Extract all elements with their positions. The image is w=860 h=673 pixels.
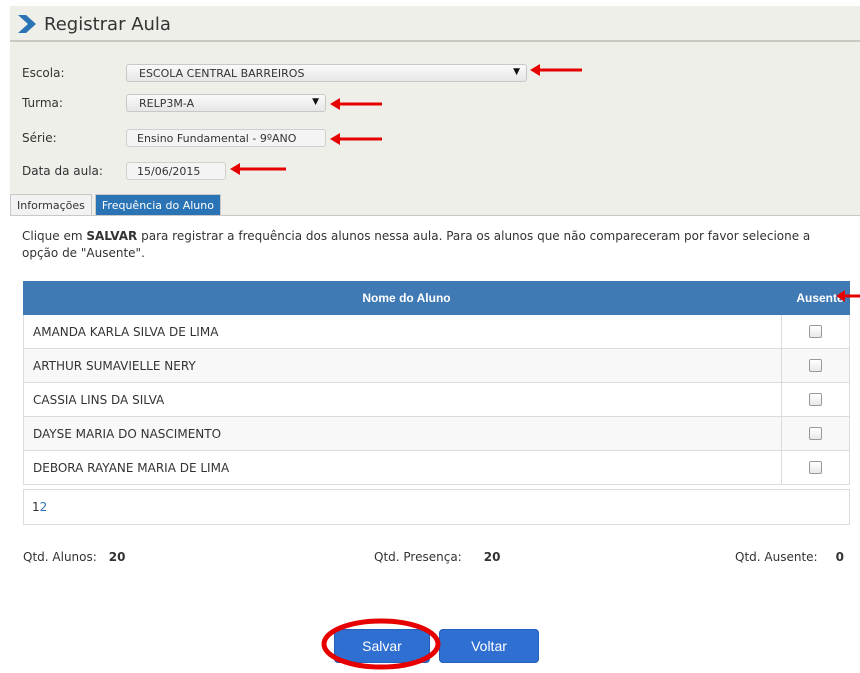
total-ausente: Qtd. Ausente: 0 bbox=[735, 550, 844, 564]
table-row: DAYSE MARIA DO NASCIMENTO bbox=[23, 417, 850, 451]
instruction-bold: SALVAR bbox=[86, 229, 138, 243]
escola-select[interactable]: ESCOLA CENTRAL BARREIROS ▼ bbox=[126, 64, 527, 82]
absent-checkbox[interactable] bbox=[809, 393, 822, 406]
total-presenca-label: Qtd. Presença: bbox=[374, 550, 462, 564]
table-body: AMANDA KARLA SILVA DE LIMA ARTHUR SUMAVI… bbox=[23, 315, 850, 485]
serie-label: Série: bbox=[22, 131, 57, 145]
serie-row: Série: Ensino Fundamental - 9ºANO bbox=[22, 129, 326, 147]
escola-label: Escola: bbox=[22, 66, 65, 80]
total-presenca: Qtd. Presença: 20 bbox=[374, 550, 500, 564]
instruction-text: Clique em SALVAR para registrar a frequê… bbox=[22, 228, 842, 262]
escola-row: Escola: ESCOLA CENTRAL BARREIROS ▼ bbox=[22, 64, 527, 82]
header-divider bbox=[10, 40, 860, 42]
table-row: AMANDA KARLA SILVA DE LIMA bbox=[23, 315, 850, 349]
total-presenca-value: 20 bbox=[483, 550, 501, 564]
total-ausente-label: Qtd. Ausente: bbox=[735, 550, 818, 564]
student-name: DAYSE MARIA DO NASCIMENTO bbox=[24, 417, 782, 450]
column-header-nome[interactable]: Nome do Aluno bbox=[23, 281, 790, 315]
student-name: AMANDA KARLA SILVA DE LIMA bbox=[24, 315, 782, 348]
red-arrow-icon bbox=[836, 290, 860, 302]
table-header: Nome do Aluno Ausente bbox=[23, 281, 850, 315]
total-alunos: Qtd. Alunos: 20 bbox=[23, 550, 126, 564]
total-alunos-label: Qtd. Alunos: bbox=[23, 550, 97, 564]
instruction-suffix: para registrar a frequência dos alunos n… bbox=[22, 229, 811, 260]
absent-checkbox[interactable] bbox=[809, 427, 822, 440]
page-link-2[interactable]: 2 bbox=[40, 500, 48, 514]
red-arrow-icon bbox=[330, 133, 382, 145]
absent-checkbox[interactable] bbox=[809, 359, 822, 372]
back-button[interactable]: Voltar bbox=[439, 629, 539, 663]
escola-value: ESCOLA CENTRAL BARREIROS bbox=[139, 66, 305, 80]
table-row: CASSIA LINS DA SILVA bbox=[23, 383, 850, 417]
turma-label: Turma: bbox=[22, 96, 63, 110]
page-header: Registrar Aula bbox=[10, 6, 860, 42]
total-ausente-value: 0 bbox=[835, 550, 844, 564]
student-name: CASSIA LINS DA SILVA bbox=[24, 383, 782, 416]
data-field[interactable]: 15/06/2015 bbox=[126, 162, 226, 180]
data-row: Data da aula: 15/06/2015 bbox=[22, 162, 226, 180]
absent-checkbox[interactable] bbox=[809, 325, 822, 338]
red-arrow-icon bbox=[230, 163, 286, 175]
student-name: DEBORA RAYANE MARIA DE LIMA bbox=[24, 451, 782, 484]
red-ellipse-highlight bbox=[321, 618, 441, 670]
serie-field: Ensino Fundamental - 9ºANO bbox=[126, 129, 326, 147]
page-title: Registrar Aula bbox=[44, 13, 171, 35]
pagination: 1 2 bbox=[23, 489, 850, 525]
absent-checkbox[interactable] bbox=[809, 461, 822, 474]
red-arrow-icon bbox=[330, 98, 382, 110]
page-current: 1 bbox=[32, 500, 40, 514]
turma-select[interactable]: RELP3M-A ▼ bbox=[126, 94, 326, 112]
table-row: ARTHUR SUMAVIELLE NERY bbox=[23, 349, 850, 383]
red-arrow-icon bbox=[530, 64, 582, 76]
data-label: Data da aula: bbox=[22, 164, 103, 178]
turma-row: Turma: RELP3M-A ▼ bbox=[22, 94, 326, 112]
caret-down-icon: ▼ bbox=[513, 67, 520, 77]
caret-down-icon: ▼ bbox=[312, 97, 319, 107]
total-alunos-value: 20 bbox=[108, 550, 126, 564]
tab-informacoes[interactable]: Informações bbox=[10, 194, 92, 215]
chevron-right-icon bbox=[18, 15, 36, 33]
instruction-prefix: Clique em bbox=[22, 229, 87, 243]
tab-bar: Informações Frequência do Aluno bbox=[10, 194, 221, 215]
turma-value: RELP3M-A bbox=[139, 96, 195, 110]
tab-frequencia[interactable]: Frequência do Aluno bbox=[94, 194, 221, 215]
table-row: DEBORA RAYANE MARIA DE LIMA bbox=[23, 451, 850, 485]
student-name: ARTHUR SUMAVIELLE NERY bbox=[24, 349, 782, 382]
